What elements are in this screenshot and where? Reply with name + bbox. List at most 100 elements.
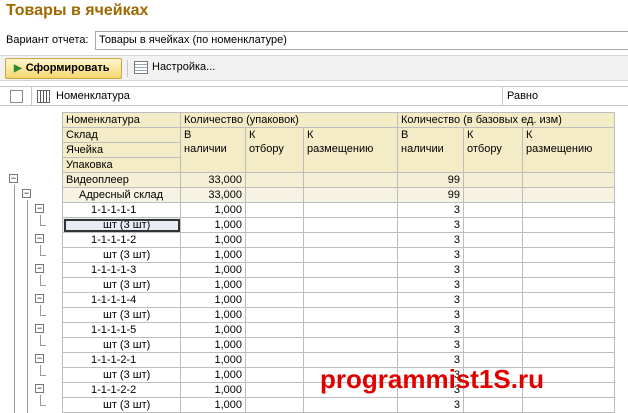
row-label[interactable]: шт (3 шт) bbox=[62, 337, 181, 353]
filter-row: Номенклатура Равно bbox=[0, 86, 628, 106]
pack-to-pick bbox=[245, 232, 304, 248]
header-row: Номенклатура Количество (упаковок) Количес… bbox=[62, 112, 615, 128]
table-row[interactable]: Адресный склад 33,000 99 bbox=[62, 187, 615, 203]
table-row[interactable]: шт (3 шт) 1,000 3 bbox=[62, 217, 615, 233]
table-row[interactable]: шт (3 шт) 1,000 3 bbox=[62, 397, 615, 413]
row-label[interactable]: шт (3 шт) bbox=[62, 397, 181, 413]
row-label[interactable]: 1-1-1-2-2 bbox=[62, 382, 181, 398]
base-in-stock: 99 bbox=[397, 187, 464, 203]
table-row[interactable]: 1-1-1-1-4 1,000 3 bbox=[62, 292, 615, 308]
filter-field-name[interactable]: Номенклатура bbox=[56, 90, 130, 102]
group-bracket-line bbox=[40, 255, 46, 256]
collapse-group-icon[interactable]: − bbox=[35, 294, 44, 303]
table-row[interactable]: шт (3 шт) 1,000 3 bbox=[62, 277, 615, 293]
generate-button[interactable]: ▶ Сформировать bbox=[5, 58, 122, 79]
table-row[interactable]: Видеоплеер 33,000 99 bbox=[62, 172, 615, 188]
base-in-stock: 99 bbox=[397, 172, 464, 188]
base-in-stock: 3 bbox=[397, 292, 464, 308]
pack-to-pick bbox=[245, 262, 304, 278]
collapse-group-icon[interactable]: − bbox=[35, 384, 44, 393]
header-row: Склад Вналичии Котбору Кразмещению Вналичии К… bbox=[62, 127, 615, 173]
settings-icon bbox=[134, 61, 148, 74]
toolbar-separator bbox=[127, 60, 128, 77]
group-bracket-line bbox=[40, 275, 41, 285]
base-in-stock: 3 bbox=[397, 337, 464, 353]
table-row[interactable]: 1-1-1-1-5 1,000 3 bbox=[62, 322, 615, 338]
header-subcolumn-line: отбору bbox=[249, 143, 284, 155]
base-to-place bbox=[522, 262, 615, 278]
base-to-pick bbox=[463, 322, 523, 338]
header-subcolumn-line: В bbox=[184, 129, 192, 141]
collapse-group-icon[interactable]: − bbox=[22, 189, 31, 198]
group-bracket-line bbox=[14, 185, 15, 413]
header-subcolumn: Вналичии bbox=[397, 127, 464, 173]
pack-to-place bbox=[303, 187, 398, 203]
site-watermark: programmist1S.ru bbox=[320, 364, 544, 394]
table-row[interactable]: 1-1-1-1-3 1,000 3 bbox=[62, 262, 615, 278]
header-subcolumn: Вналичии bbox=[180, 127, 246, 173]
row-label[interactable]: 1-1-1-1-1 bbox=[62, 202, 181, 218]
header-dimension: Упаковка bbox=[62, 157, 181, 173]
collapse-group-icon[interactable]: − bbox=[35, 264, 44, 273]
pack-in-stock: 1,000 bbox=[180, 292, 246, 308]
table-row[interactable]: шт (3 шт) 1,000 3 bbox=[62, 337, 615, 353]
table-row[interactable]: 1-1-1-1-2 1,000 3 bbox=[62, 232, 615, 248]
base-to-place bbox=[522, 172, 615, 188]
row-label[interactable]: Адресный склад bbox=[62, 187, 181, 203]
base-to-pick bbox=[463, 262, 523, 278]
base-to-pick bbox=[463, 232, 523, 248]
row-label[interactable]: шт (3 шт) bbox=[62, 367, 181, 383]
header-dimension: Номенклатура bbox=[62, 112, 181, 128]
header-subcolumn-line: размещению bbox=[307, 143, 374, 155]
row-label[interactable]: шт (3 шт) bbox=[62, 217, 181, 233]
base-to-place bbox=[522, 307, 615, 323]
filter-divider bbox=[31, 87, 32, 105]
collapse-group-icon[interactable]: − bbox=[35, 324, 44, 333]
header-group-pack: Количество (упаковок) bbox=[180, 112, 398, 128]
row-label[interactable]: шт (3 шт) bbox=[62, 247, 181, 263]
collapse-group-icon[interactable]: − bbox=[35, 354, 44, 363]
report-variant-field[interactable]: Товары в ячейках (по номенклатуре) bbox=[95, 31, 628, 50]
group-bracket-line bbox=[40, 225, 46, 226]
base-to-pick bbox=[463, 172, 523, 188]
row-label[interactable]: шт (3 шт) bbox=[62, 277, 181, 293]
filter-condition[interactable]: Равно bbox=[507, 90, 538, 102]
pack-in-stock: 1,000 bbox=[180, 232, 246, 248]
settings-button[interactable]: Настройка... bbox=[134, 59, 217, 78]
filter-enable-checkbox[interactable] bbox=[10, 90, 23, 103]
pack-to-place bbox=[303, 277, 398, 293]
base-to-pick bbox=[463, 202, 523, 218]
row-label[interactable]: шт (3 шт) bbox=[62, 307, 181, 323]
collapse-group-icon[interactable]: − bbox=[9, 174, 18, 183]
pack-to-place bbox=[303, 247, 398, 263]
base-in-stock: 3 bbox=[397, 202, 464, 218]
group-bracket-line bbox=[40, 375, 46, 376]
pack-to-pick bbox=[245, 352, 304, 368]
table-row[interactable]: шт (3 шт) 1,000 3 bbox=[62, 307, 615, 323]
header-subcolumn: Кразмещению bbox=[303, 127, 398, 173]
header-dimension: Ячейка bbox=[62, 142, 181, 158]
row-label[interactable]: 1-1-1-2-1 bbox=[62, 352, 181, 368]
row-label[interactable]: 1-1-1-1-4 bbox=[62, 292, 181, 308]
grouping-gutter: − − − − − − − − − bbox=[0, 112, 62, 413]
row-label[interactable]: 1-1-1-1-5 bbox=[62, 322, 181, 338]
pack-to-place bbox=[303, 397, 398, 413]
base-to-place bbox=[522, 337, 615, 353]
base-in-stock: 3 bbox=[397, 397, 464, 413]
base-to-pick bbox=[463, 277, 523, 293]
table-row[interactable]: шт (3 шт) 1,000 3 bbox=[62, 247, 615, 263]
group-bracket-line bbox=[27, 200, 28, 413]
row-label[interactable]: 1-1-1-1-2 bbox=[62, 232, 181, 248]
pack-to-pick bbox=[245, 322, 304, 338]
pack-to-pick bbox=[245, 367, 304, 383]
group-bracket-line bbox=[40, 305, 41, 315]
row-label[interactable]: 1-1-1-1-3 bbox=[62, 262, 181, 278]
group-bracket-line bbox=[40, 215, 41, 225]
pack-to-place bbox=[303, 307, 398, 323]
table-row[interactable]: 1-1-1-1-1 1,000 3 bbox=[62, 202, 615, 218]
header-subcolumn-line: К bbox=[307, 129, 314, 141]
pack-in-stock: 1,000 bbox=[180, 217, 246, 233]
collapse-group-icon[interactable]: − bbox=[35, 234, 44, 243]
collapse-group-icon[interactable]: − bbox=[35, 204, 44, 213]
row-label[interactable]: Видеоплеер bbox=[62, 172, 181, 188]
